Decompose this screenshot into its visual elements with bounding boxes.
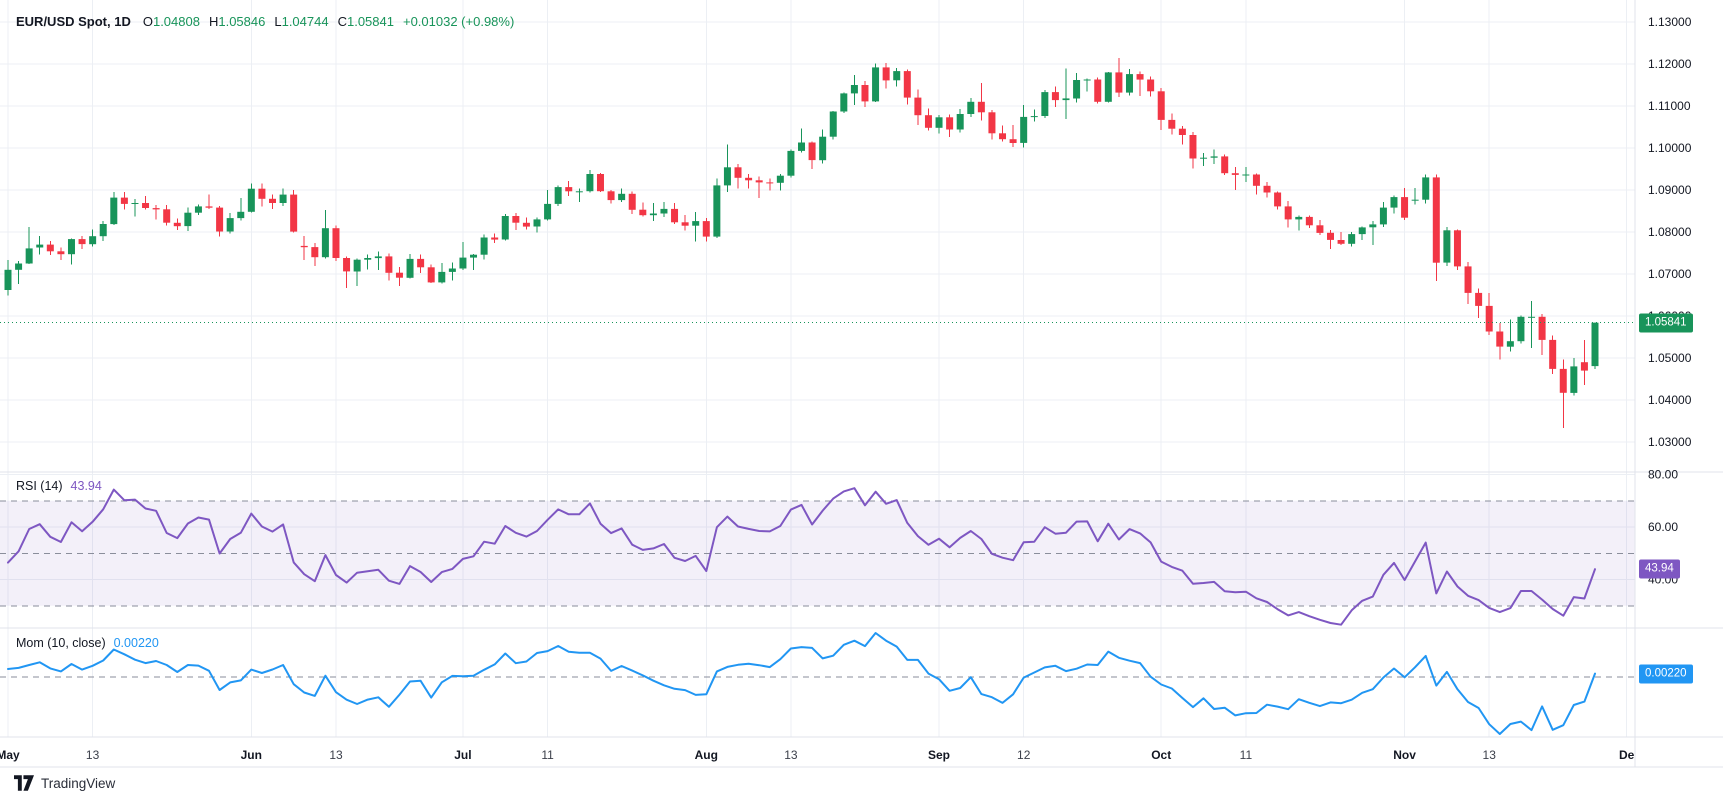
panel-separators (0, 0, 1723, 767)
symbol-legend[interactable]: EUR/USD Spot, 1D O1.04808 H1.05846 L1.04… (16, 14, 514, 29)
ohlc-high: H1.05846 (209, 14, 265, 29)
low-label: L (274, 14, 281, 29)
symbol-title: EUR/USD Spot, 1D (16, 14, 131, 29)
last-price-badge: 1.05841 (1639, 313, 1693, 332)
mom-line-series (8, 633, 1595, 734)
ohlc-close: C1.05841 (338, 14, 394, 29)
rsi-legend[interactable]: RSI (14) 43.94 (16, 479, 102, 493)
change-value: +0.01032 (+0.98%) (403, 14, 514, 29)
rsi-label: RSI (14) (16, 479, 63, 493)
mom-value: 0.00220 (114, 636, 159, 650)
close-value: 1.05841 (347, 14, 394, 29)
ohlc-low: L1.04744 (274, 14, 328, 29)
candlestick-series (5, 58, 1599, 428)
tradingview-attribution[interactable]: TradingView (14, 775, 115, 791)
chart-root: 1.130001.120001.110001.100001.090001.080… (0, 0, 1723, 803)
high-value: 1.05846 (218, 14, 265, 29)
rsi-value: 43.94 (71, 479, 102, 493)
open-label: O (143, 14, 153, 29)
chart-canvas[interactable]: 1.130001.120001.110001.100001.090001.080… (0, 0, 1723, 803)
time-axis[interactable] (0, 737, 1723, 767)
brand-text: TradingView (41, 776, 115, 791)
open-value: 1.04808 (153, 14, 200, 29)
tradingview-logo-icon (14, 775, 34, 791)
mom-legend[interactable]: Mom (10, close) 0.00220 (16, 636, 159, 650)
mom-value-badge: 0.00220 (1639, 664, 1693, 683)
price-axis[interactable] (1635, 0, 1723, 767)
close-label: C (338, 14, 347, 29)
ohlc-open: O1.04808 (143, 14, 200, 29)
mom-label: Mom (10, close) (16, 636, 106, 650)
high-label: H (209, 14, 218, 29)
rsi-value-badge: 43.94 (1639, 560, 1680, 579)
grid-layer (0, 0, 1635, 737)
low-value: 1.04744 (282, 14, 329, 29)
